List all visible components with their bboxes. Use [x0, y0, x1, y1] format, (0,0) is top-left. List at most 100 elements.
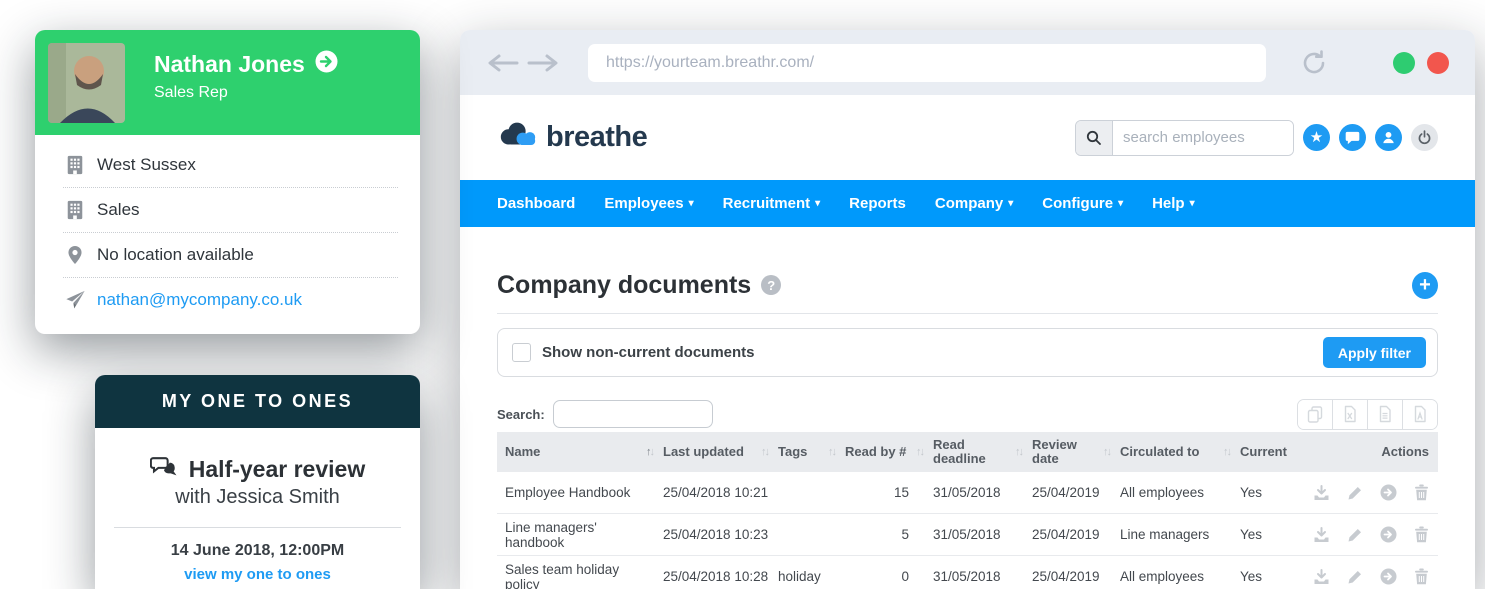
document-export-button[interactable] — [1367, 400, 1402, 429]
breathe-logo[interactable]: breathe — [497, 120, 647, 155]
employee-role: Sales Rep — [154, 84, 338, 102]
cell-name: Line managers' handbook — [497, 520, 655, 550]
arrow-circle-icon — [315, 50, 338, 73]
open-button[interactable] — [1380, 568, 1397, 585]
window-dot-green[interactable] — [1393, 52, 1415, 74]
delete-button[interactable] — [1414, 484, 1429, 501]
column-header-read-by[interactable]: Read by #↑↓ — [837, 445, 925, 459]
location-pin-icon — [63, 244, 87, 266]
checkbox-label: Show non-current documents — [542, 344, 755, 361]
help-icon[interactable]: ? — [761, 275, 781, 295]
email-link[interactable]: nathan@mycompany.co.uk — [97, 290, 302, 310]
profile-button[interactable] — [1375, 124, 1402, 151]
copy-icon — [1306, 405, 1324, 423]
download-icon — [1313, 527, 1330, 543]
sort-icon[interactable]: ↑↓ — [916, 445, 923, 459]
search-icon[interactable] — [1076, 121, 1113, 155]
pencil-icon — [1347, 569, 1363, 585]
forward-arrow-icon[interactable] — [526, 51, 560, 75]
sort-icon[interactable]: ↑↓ — [646, 445, 653, 459]
column-header-review-date[interactable]: Review date↑↓ — [1024, 438, 1112, 466]
column-header-actions: Actions — [1322, 445, 1437, 459]
go-to-profile-button[interactable] — [315, 50, 338, 78]
power-icon — [1417, 130, 1432, 145]
sort-icon[interactable]: ↑↓ — [1223, 445, 1230, 459]
refresh-icon[interactable] — [1300, 49, 1328, 77]
excel-export-button[interactable] — [1332, 400, 1367, 429]
one-to-one-with: with Jessica Smith — [95, 486, 420, 509]
edit-button[interactable] — [1347, 527, 1363, 543]
browser-window: https://yourteam.breathr.com/ breathe — [460, 30, 1475, 589]
logout-button[interactable] — [1411, 124, 1438, 151]
employee-profile-card: Nathan Jones Sales Rep West Sussex S — [35, 30, 420, 334]
cell-last-updated: 25/04/2018 10:21 — [655, 485, 770, 500]
list-item: West Sussex — [63, 143, 398, 188]
page-title: Company documents — [497, 270, 751, 300]
search-label: Search: — [497, 407, 545, 422]
messages-button[interactable] — [1339, 124, 1366, 151]
open-button[interactable] — [1380, 484, 1397, 501]
chevron-down-icon: ▾ — [1008, 199, 1013, 209]
column-header-last-updated[interactable]: Last updated↑↓ — [655, 445, 770, 459]
cell-last-updated: 25/04/2018 10:23 — [655, 527, 770, 542]
cell-read-deadline: 31/05/2018 — [925, 527, 1024, 542]
download-button[interactable] — [1313, 527, 1330, 543]
cell-review-date: 25/04/2019 — [1024, 569, 1112, 584]
logo-text: breathe — [546, 121, 647, 154]
nav-item-configure[interactable]: Configure▾ — [1042, 195, 1123, 212]
cell-read-deadline: 31/05/2018 — [925, 485, 1024, 500]
table-search-input[interactable] — [553, 400, 713, 428]
url-bar[interactable]: https://yourteam.breathr.com/ — [588, 44, 1266, 82]
arrow-circle-icon — [1380, 568, 1397, 585]
add-document-button[interactable]: + — [1412, 272, 1438, 299]
sort-icon[interactable]: ↑↓ — [1015, 445, 1022, 459]
window-dot-red[interactable] — [1427, 52, 1449, 74]
building-icon — [63, 154, 87, 176]
main-navbar: Dashboard Employees▾ Recruitment▾ Report… — [460, 180, 1475, 227]
nav-item-reports[interactable]: Reports — [849, 195, 906, 212]
cell-read-by: 0 — [837, 569, 925, 584]
cell-name: Employee Handbook — [497, 485, 655, 500]
pdf-export-button[interactable] — [1402, 400, 1437, 429]
download-button[interactable] — [1313, 569, 1330, 585]
cell-actions — [1322, 526, 1437, 543]
view-one-to-ones-link[interactable]: view my one to ones — [95, 566, 420, 583]
nav-item-help[interactable]: Help▾ — [1152, 195, 1195, 212]
url-text: https://yourteam.breathr.com/ — [606, 54, 814, 72]
apply-filter-button[interactable]: Apply filter — [1323, 337, 1426, 368]
open-button[interactable] — [1380, 526, 1397, 543]
column-header-read-deadline[interactable]: Read deadline↑↓ — [925, 438, 1024, 466]
column-header-tags[interactable]: Tags↑↓ — [770, 445, 837, 459]
nav-item-dashboard[interactable]: Dashboard — [497, 195, 575, 212]
nav-item-company[interactable]: Company▾ — [935, 195, 1013, 212]
edit-button[interactable] — [1347, 569, 1363, 585]
column-header-circulated-to[interactable]: Circulated to↑↓ — [1112, 445, 1232, 459]
one-to-ones-body: Half-year review with Jessica Smith 14 J… — [95, 428, 420, 583]
back-arrow-icon[interactable] — [486, 51, 520, 75]
documents-table: Name↑↓ Last updated↑↓ Tags↑↓ Read by #↑↓… — [497, 432, 1438, 589]
copy-export-button[interactable] — [1298, 400, 1332, 429]
chevron-down-icon: ▾ — [1190, 199, 1195, 209]
column-header-name[interactable]: Name↑↓ — [497, 445, 655, 459]
trash-icon — [1414, 484, 1429, 501]
favourites-button[interactable]: ★ — [1303, 124, 1330, 151]
header-actions: ★ — [1075, 120, 1438, 156]
building-icon — [63, 199, 87, 221]
cell-last-updated: 25/04/2018 10:28 — [655, 569, 770, 584]
sort-icon[interactable]: ↑↓ — [761, 445, 768, 459]
sort-icon[interactable]: ↑↓ — [828, 445, 835, 459]
delete-button[interactable] — [1414, 568, 1429, 585]
edit-button[interactable] — [1347, 485, 1363, 501]
nav-item-employees[interactable]: Employees▾ — [604, 195, 693, 212]
one-to-ones-card: MY ONE TO ONES Half-year review with Jes… — [95, 375, 420, 589]
search-input[interactable] — [1113, 121, 1293, 155]
delete-button[interactable] — [1414, 526, 1429, 543]
download-button[interactable] — [1313, 485, 1330, 501]
nav-item-recruitment[interactable]: Recruitment▾ — [723, 195, 821, 212]
cell-circulated-to: Line managers — [1112, 527, 1232, 542]
trash-icon — [1414, 568, 1429, 585]
sort-icon[interactable]: ↑↓ — [1103, 445, 1110, 459]
show-non-current-checkbox[interactable] — [512, 343, 531, 362]
window-controls — [1393, 52, 1449, 74]
one-to-ones-header: MY ONE TO ONES — [95, 375, 420, 428]
